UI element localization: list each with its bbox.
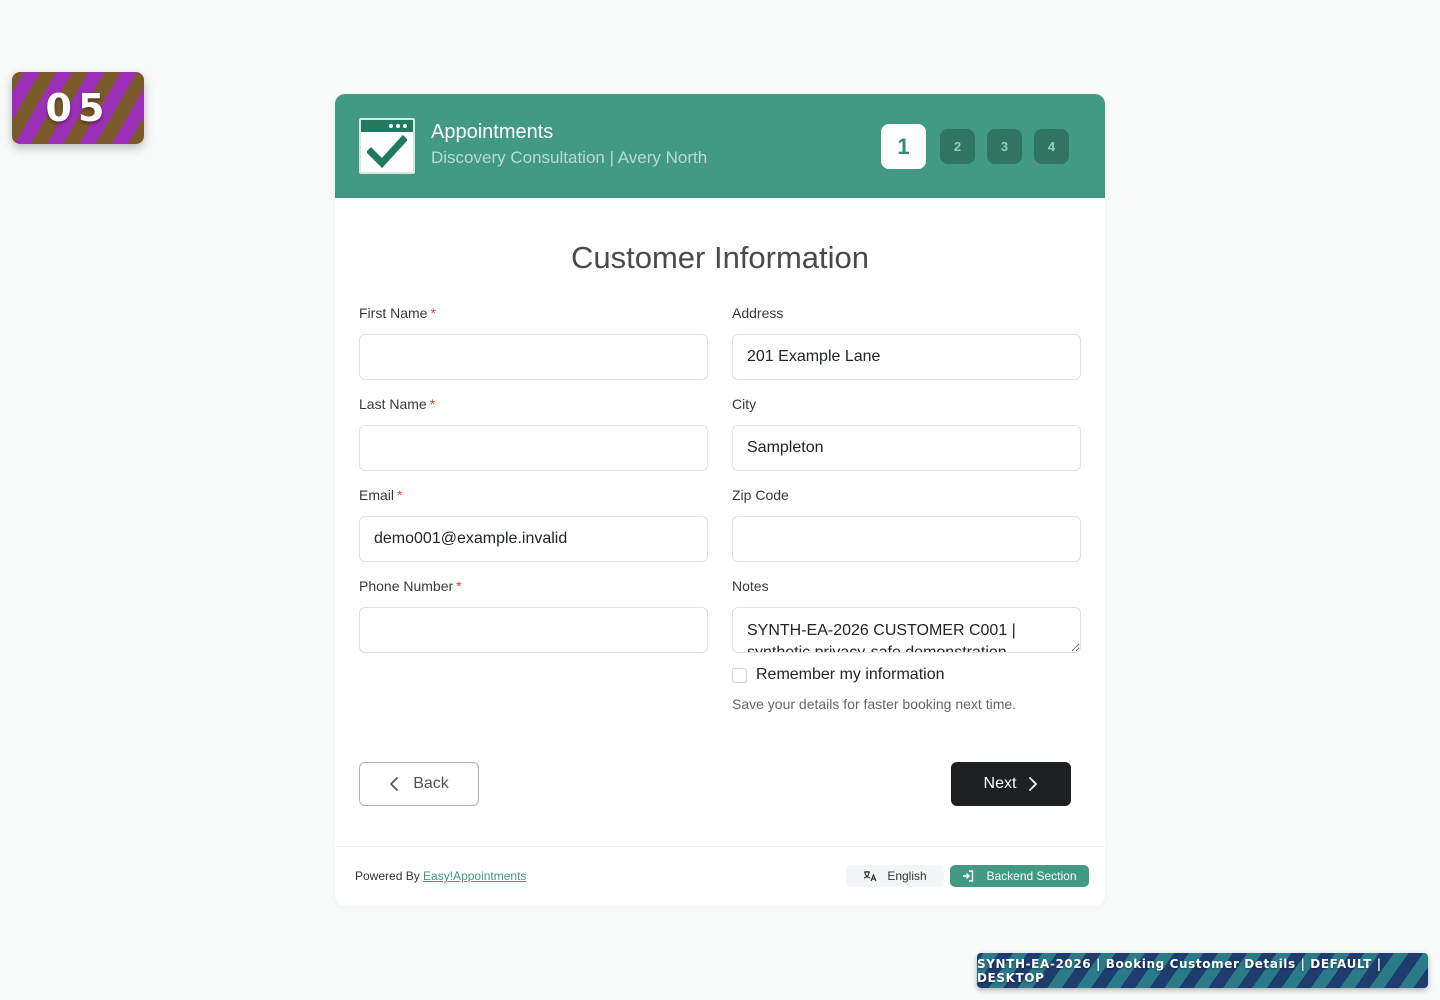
city-group: City <box>732 396 1081 471</box>
last-name-input[interactable] <box>359 425 708 471</box>
city-label: City <box>732 396 757 412</box>
step-1[interactable]: 1 <box>881 124 926 169</box>
address-label: Address <box>732 305 784 321</box>
zip-label: Zip Code <box>732 487 789 503</box>
email-group: Email * <box>359 487 708 562</box>
first-name-group: First Name * <box>359 305 708 380</box>
address-input[interactable] <box>732 334 1081 380</box>
notes-label: Notes <box>732 578 769 594</box>
backend-label: Backend Section <box>986 869 1077 883</box>
back-button[interactable]: Back <box>359 762 479 806</box>
phone-group: Phone Number * <box>359 578 708 653</box>
backend-section-button[interactable]: Backend Section <box>950 865 1089 887</box>
notes-textarea[interactable]: SYNTH-EA-2026 CUSTOMER C001 | synthetic … <box>732 607 1081 653</box>
next-button[interactable]: Next <box>951 762 1071 806</box>
first-name-label: First Name * <box>359 305 436 321</box>
app-title: Appointments <box>431 121 554 143</box>
next-label: Next <box>983 775 1017 792</box>
address-group: Address <box>732 305 1081 380</box>
footer: Powered By Easy!Appointments English Bac… <box>335 846 1105 906</box>
language-button[interactable]: English <box>846 865 944 887</box>
corner-badge: 05 <box>12 72 144 144</box>
zip-input[interactable] <box>732 516 1081 562</box>
booking-header: Appointments Discovery Consultation | Av… <box>335 94 1105 198</box>
service-provider-subtitle: Discovery Consultation | Avery North <box>431 148 708 167</box>
remember-me: Remember my information <box>732 666 945 684</box>
notes-group: Notes SYNTH-EA-2026 CUSTOMER C001 | synt… <box>732 578 1081 658</box>
booking-card: Appointments Discovery Consultation | Av… <box>335 94 1105 906</box>
back-label: Back <box>413 775 449 792</box>
phone-label: Phone Number * <box>359 578 462 594</box>
language-label: English <box>887 869 927 883</box>
last-name-label: Last Name * <box>359 396 436 412</box>
sign-in-icon <box>963 870 974 882</box>
remember-help-text: Save your details for faster booking nex… <box>732 696 1017 712</box>
email-label: Email * <box>359 487 403 503</box>
last-name-group: Last Name * <box>359 396 708 471</box>
email-input[interactable] <box>359 516 708 562</box>
zip-group: Zip Code <box>732 487 1081 562</box>
step-4[interactable]: 4 <box>1034 129 1069 164</box>
phone-input[interactable] <box>359 607 708 653</box>
chevron-right-icon <box>1029 777 1038 791</box>
translate-icon <box>864 871 877 882</box>
context-stamp: SYNTH-EA-2026 | Booking Customer Details… <box>977 953 1428 988</box>
remember-checkbox[interactable] <box>732 667 747 683</box>
easyappointments-link[interactable]: Easy!Appointments <box>423 869 526 883</box>
city-input[interactable] <box>732 425 1081 471</box>
page-title: Customer Information <box>570 240 870 275</box>
badge-number: 05 <box>45 86 111 130</box>
powered-by: Powered By Easy!Appointments <box>355 869 527 883</box>
wizard-steps: 1 2 3 4 <box>881 124 1069 169</box>
step-2[interactable]: 2 <box>940 129 975 164</box>
step-3[interactable]: 3 <box>987 129 1022 164</box>
calendar-check-icon <box>359 118 415 174</box>
first-name-input[interactable] <box>359 334 708 380</box>
chevron-left-icon <box>390 777 399 791</box>
remember-label[interactable]: Remember my information <box>756 666 945 684</box>
